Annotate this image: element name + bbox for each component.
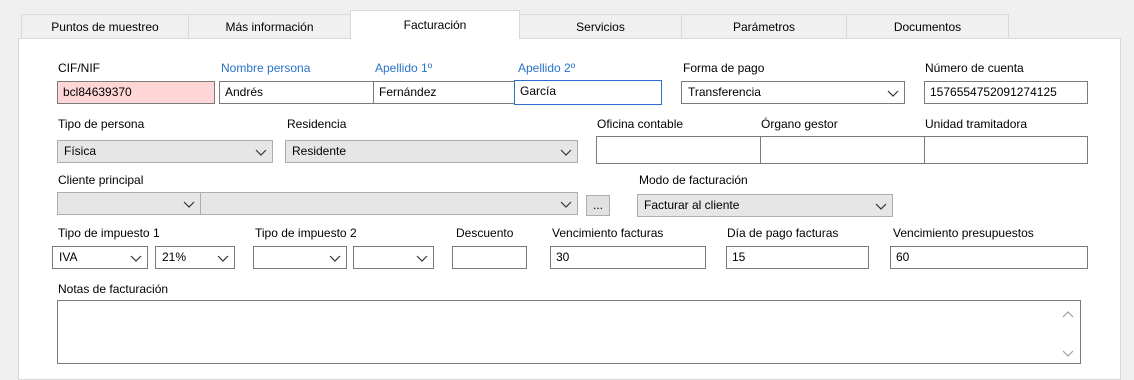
tipo-persona-select[interactable]: Física — [57, 140, 273, 163]
chevron-down-icon — [217, 253, 229, 263]
modo-facturacion-label: Modo de facturación — [639, 173, 748, 187]
dia-pago-input[interactable]: 15 — [726, 246, 869, 269]
dia-pago-label: Día de pago facturas — [727, 226, 839, 240]
tab-label: Documentos — [893, 19, 962, 34]
tab-puntos-de-muestreo[interactable]: Puntos de muestreo — [21, 14, 189, 38]
forma-pago-value: Transferencia — [688, 85, 761, 99]
tipo-persona-label: Tipo de persona — [58, 117, 145, 131]
tipo-impuesto2-label: Tipo de impuesto 2 — [255, 226, 357, 240]
descuento-label: Descuento — [456, 226, 514, 240]
vencimiento-facturas-label: Vencimiento facturas — [552, 226, 664, 240]
residencia-value: Residente — [292, 144, 347, 158]
tab-mas-informacion[interactable]: Más información — [188, 14, 351, 38]
forma-pago-label: Forma de pago — [683, 61, 765, 75]
tab-label: Facturación — [403, 18, 467, 32]
apellido2-label: Apellido 2º — [518, 61, 576, 75]
oficina-contable-label: Oficina contable — [597, 117, 684, 131]
unidad-tramitadora-input[interactable] — [924, 136, 1088, 164]
oficina-contable-input[interactable] — [596, 136, 761, 164]
tab-servicios[interactable]: Servicios — [519, 14, 682, 38]
tipo-impuesto1-label: Tipo de impuesto 1 — [58, 226, 160, 240]
organo-gestor-input[interactable] — [760, 136, 925, 164]
tab-label: Servicios — [576, 19, 625, 34]
unidad-tramitadora-label: Unidad tramitadora — [925, 117, 1028, 131]
residencia-select[interactable]: Residente — [285, 140, 578, 163]
descuento-input[interactable] — [452, 246, 527, 269]
tipo-impuesto1-pct-select[interactable]: 21% — [155, 246, 235, 269]
vencimiento-facturas-input[interactable]: 30 — [550, 246, 706, 269]
tab-label: Más información — [225, 19, 314, 34]
chevron-down-icon — [560, 147, 572, 157]
numero-cuenta-input[interactable]: 1576554752091274125 — [924, 81, 1088, 104]
chevron-down-icon — [329, 253, 341, 263]
residencia-label: Residencia — [287, 117, 347, 131]
apellido1-label: Apellido 1º — [375, 61, 433, 75]
chevron-down-icon — [887, 88, 899, 98]
forma-pago-select[interactable]: Transferencia — [681, 81, 905, 104]
chevron-down-icon — [416, 253, 428, 263]
tipo-impuesto2-select[interactable] — [253, 246, 347, 269]
cif-input[interactable]: bcl84639370 — [57, 81, 215, 104]
modo-facturacion-select[interactable]: Facturar al cliente — [637, 194, 893, 217]
scroll-down-icon[interactable] — [1062, 347, 1074, 357]
cliente-principal-code-select[interactable] — [57, 192, 201, 215]
chevron-down-icon — [183, 199, 195, 209]
numero-cuenta-label: Número de cuenta — [925, 61, 1024, 75]
tipo-impuesto1-select[interactable]: IVA — [52, 246, 148, 269]
tab-label: Parámetros — [732, 19, 796, 34]
scroll-up-icon[interactable] — [1062, 309, 1074, 319]
cliente-search-button[interactable]: ... — [586, 195, 610, 216]
tab-label: Puntos de muestreo — [51, 19, 159, 34]
notas-textarea[interactable] — [57, 300, 1081, 364]
tab-parametros[interactable]: Parámetros — [681, 14, 847, 38]
notas-label: Notas de facturación — [58, 282, 169, 296]
vencimiento-presupuestos-label: Vencimiento presupuestos — [893, 226, 1034, 240]
tab-documentos[interactable]: Documentos — [846, 14, 1009, 38]
chevron-down-icon — [130, 253, 142, 263]
organo-gestor-label: Órgano gestor — [761, 117, 838, 131]
tipo-impuesto1-value: IVA — [59, 250, 78, 264]
cliente-principal-select[interactable] — [200, 192, 578, 215]
tipo-impuesto1-pct-value: 21% — [162, 250, 187, 264]
tab-facturacion[interactable]: Facturación — [350, 10, 520, 39]
apellido2-input[interactable]: García — [514, 80, 662, 105]
chevron-down-icon — [875, 201, 887, 211]
apellido1-input[interactable]: Fernández — [373, 81, 515, 104]
cif-label: CIF/NIF — [58, 61, 100, 75]
chevron-down-icon — [255, 147, 267, 157]
tipo-persona-value: Física — [64, 144, 97, 158]
nombre-label: Nombre persona — [221, 61, 311, 75]
cliente-principal-label: Cliente principal — [58, 173, 144, 187]
nombre-input[interactable]: Andrés — [219, 81, 374, 104]
chevron-down-icon — [560, 199, 572, 209]
modo-facturacion-value: Facturar al cliente — [644, 198, 740, 212]
tipo-impuesto2-pct-select[interactable] — [353, 246, 434, 269]
vencimiento-presupuestos-input[interactable]: 60 — [890, 246, 1088, 269]
